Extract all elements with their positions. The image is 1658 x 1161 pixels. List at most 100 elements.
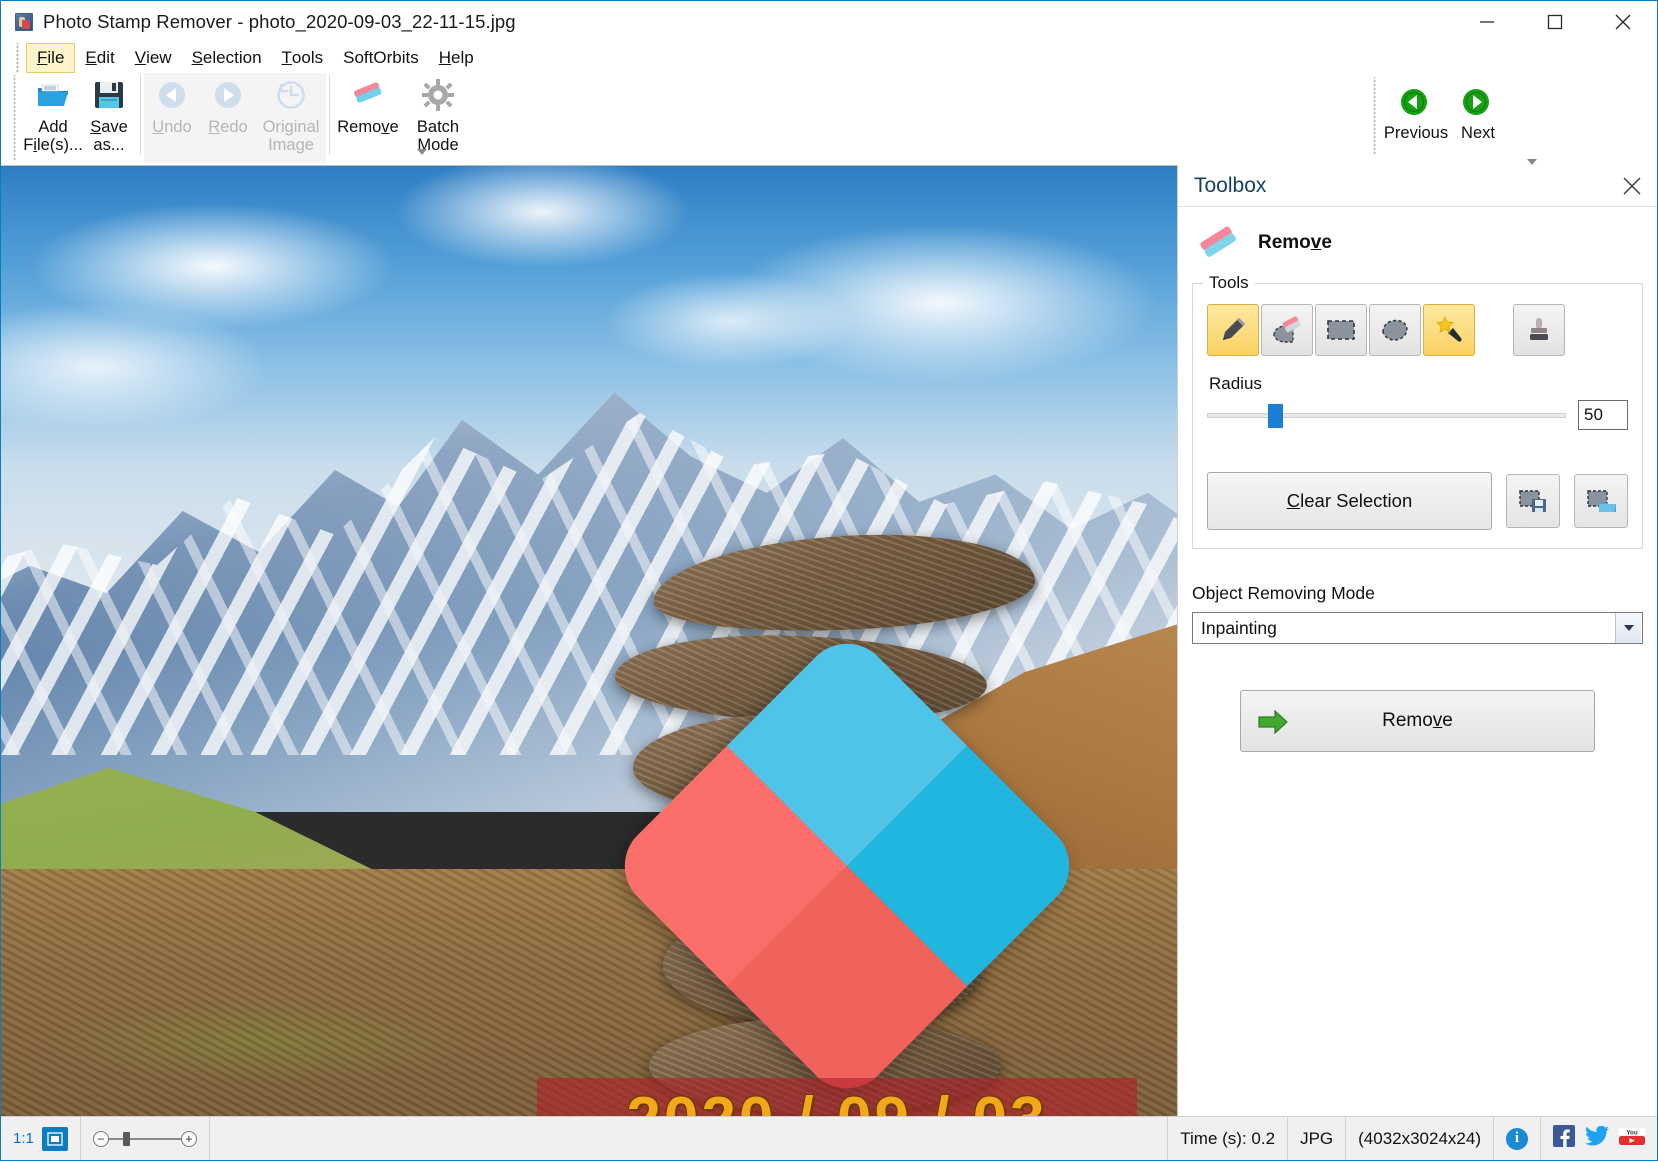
zoom-ratio-label[interactable]: 1:1 xyxy=(13,1130,34,1147)
next-button[interactable]: Next xyxy=(1447,77,1509,143)
previous-button[interactable]: Previous xyxy=(1385,77,1447,143)
chevron-down-icon[interactable] xyxy=(1615,613,1641,643)
redo-label: Redo xyxy=(208,118,247,136)
maximize-button[interactable] xyxy=(1521,1,1589,43)
info-cell[interactable]: i xyxy=(1494,1117,1541,1160)
menu-item-selection[interactable]: Selection xyxy=(182,43,272,73)
toolbox-close-icon[interactable] xyxy=(1621,175,1643,197)
object-removing-mode-label: Object Removing Mode xyxy=(1192,583,1657,604)
menu-label-softorbits: SoftOrbits xyxy=(343,48,419,68)
clear-selection-button[interactable]: Clear Selection xyxy=(1207,472,1492,530)
minimize-button[interactable] xyxy=(1453,1,1521,43)
save-as-label: Saveas... xyxy=(90,118,128,155)
youtube-icon[interactable]: You xyxy=(1619,1126,1645,1151)
zoom-slider[interactable]: − + xyxy=(93,1128,197,1150)
clone-stamp-tool-button[interactable] xyxy=(1513,304,1565,356)
window-controls xyxy=(1453,1,1657,43)
radius-slider[interactable] xyxy=(1207,402,1566,428)
toolbar-separator-1 xyxy=(140,75,141,155)
toolbar-grip[interactable] xyxy=(11,75,19,161)
menu-item-tools[interactable]: Tools xyxy=(272,43,334,73)
main-toolbar: AddFile(s)... Saveas... xyxy=(1,73,1657,165)
date-stamp-text: 2020 / 09 / 03 xyxy=(626,1084,1047,1117)
original-image-label: OriginalImage xyxy=(263,118,320,155)
info-icon[interactable]: i xyxy=(1506,1128,1528,1150)
navigation-grip[interactable] xyxy=(1371,77,1379,155)
main-body: 2020 / 09 / 03 Toolbox xyxy=(1,165,1657,1116)
eraser-icon xyxy=(1196,223,1242,263)
close-button[interactable] xyxy=(1589,1,1657,43)
save-selection-button[interactable] xyxy=(1506,474,1560,528)
radius-slider-thumb[interactable] xyxy=(1268,404,1283,428)
object-removing-mode-value: Inpainting xyxy=(1193,618,1277,639)
svg-text:You: You xyxy=(1626,1129,1637,1136)
pencil-tool-button[interactable] xyxy=(1207,304,1259,356)
zoom-out-button[interactable]: − xyxy=(93,1131,109,1147)
toolbox-title: Toolbox xyxy=(1194,174,1266,198)
selection-actions-row: Clear Selection xyxy=(1207,472,1628,530)
window-title: Photo Stamp Remover - photo_2020-09-03_2… xyxy=(43,11,516,33)
fit-to-window-button[interactable] xyxy=(42,1127,68,1151)
navigation-group: Previous Next xyxy=(1371,77,1509,155)
rectangle-select-tool-button[interactable] xyxy=(1315,304,1367,356)
toolbar-overflow-icon[interactable] xyxy=(415,145,429,159)
menu-item-file[interactable]: File xyxy=(26,43,75,73)
zoom-in-button[interactable]: + xyxy=(181,1131,197,1147)
menu-item-softorbits[interactable]: SoftOrbits xyxy=(333,43,429,73)
previous-arrow-icon xyxy=(1399,87,1433,119)
toolbox-mode-title: Remove xyxy=(1258,232,1332,254)
menu-label-tools-rest: ools xyxy=(292,48,323,68)
zoom-controls: 1:1 xyxy=(1,1117,81,1160)
save-as-button[interactable]: Saveas... xyxy=(81,73,137,157)
zoom-slider-cell: − + xyxy=(81,1117,210,1160)
tools-row xyxy=(1207,304,1628,356)
zoom-slider-thumb[interactable] xyxy=(123,1132,130,1146)
menu-grip[interactable] xyxy=(14,43,22,73)
twitter-icon[interactable] xyxy=(1585,1126,1609,1151)
radius-slider-track xyxy=(1207,413,1566,418)
next-label: Next xyxy=(1461,124,1495,143)
tools-group: Tools xyxy=(1192,283,1643,549)
add-files-button[interactable]: AddFile(s)... xyxy=(25,73,81,157)
toolbox-header: Toolbox xyxy=(1178,165,1657,207)
toolbox-panel: Toolbox Remove Tools xyxy=(1177,165,1657,1116)
redo-arrow-icon xyxy=(211,79,245,113)
redo-button[interactable]: Redo xyxy=(200,73,256,157)
image-canvas[interactable]: 2020 / 09 / 03 xyxy=(1,165,1177,1116)
remove-action-label: Remove xyxy=(1382,710,1453,732)
social-links: You xyxy=(1541,1117,1657,1160)
application-window: Photo Stamp Remover - photo_2020-09-03_2… xyxy=(0,0,1658,1161)
next-arrow-icon xyxy=(1461,87,1495,119)
lasso-select-tool-button[interactable] xyxy=(1369,304,1421,356)
status-spacer xyxy=(210,1117,1168,1160)
clock-history-icon xyxy=(274,79,308,113)
eraser-brush-tool-button[interactable] xyxy=(1261,304,1313,356)
object-removing-mode-select[interactable]: Inpainting xyxy=(1192,612,1643,644)
menu-label-help-rest: elp xyxy=(451,48,474,68)
radius-row: 50 xyxy=(1207,400,1628,430)
radius-input[interactable]: 50 xyxy=(1578,400,1628,430)
menu-item-view[interactable]: View xyxy=(125,43,182,73)
radius-label: Radius xyxy=(1209,374,1628,394)
undo-button[interactable]: Undo xyxy=(144,73,200,157)
app-icon xyxy=(15,13,33,31)
menu-item-edit[interactable]: Edit xyxy=(75,43,124,73)
photo-content: 2020 / 09 / 03 xyxy=(1,166,1177,1116)
floppy-disk-icon xyxy=(92,79,126,113)
remove-action-button[interactable]: Remove xyxy=(1240,690,1595,752)
batch-mode-button[interactable]: BatchMode xyxy=(403,73,473,157)
original-image-button[interactable]: OriginalImage xyxy=(256,73,326,157)
undo-arrow-icon xyxy=(155,79,189,113)
facebook-icon[interactable] xyxy=(1553,1125,1575,1152)
previous-label: Previous xyxy=(1384,124,1448,143)
remove-toolbar-label: Remove xyxy=(337,118,398,136)
menu-item-help[interactable]: Help xyxy=(429,43,484,73)
processing-time: Time (s): 0.2 xyxy=(1168,1117,1288,1160)
remove-toolbar-button[interactable]: Remove xyxy=(333,73,403,157)
tools-group-label: Tools xyxy=(1203,273,1255,293)
load-selection-button[interactable] xyxy=(1574,474,1628,528)
menu-bar: File Edit View Selection Tools SoftOrbit… xyxy=(1,43,1657,73)
image-format: JPG xyxy=(1288,1117,1346,1160)
magic-wand-tool-button[interactable] xyxy=(1423,304,1475,356)
title-bar: Photo Stamp Remover - photo_2020-09-03_2… xyxy=(1,1,1657,43)
